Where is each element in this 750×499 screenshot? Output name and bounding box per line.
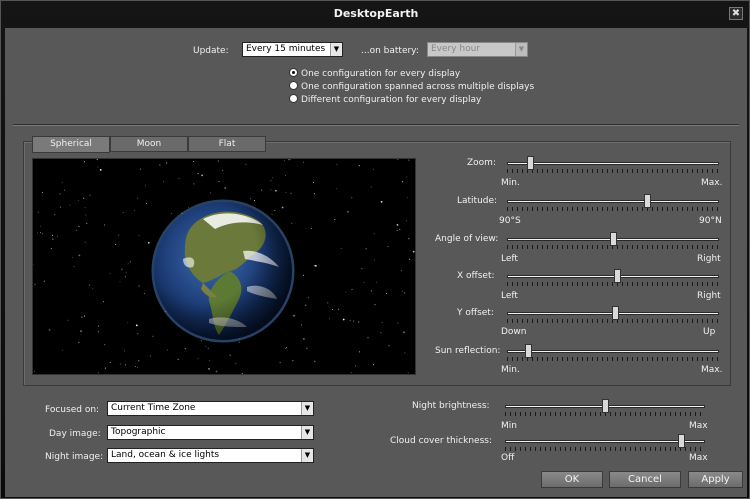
day-image-value: Topographic [111,427,166,437]
focused-on-dropdown[interactable]: Current Time Zone ▼ [107,401,314,416]
yoffset-min-label: Down [501,327,527,337]
chevron-down-icon[interactable]: ▼ [330,43,342,56]
battery-label: ...on battery: [361,46,419,56]
radio-empty-icon[interactable] [289,94,298,103]
radio-one-config[interactable]: One configuration for every display [289,68,460,80]
latitude-label: Latitude: [457,196,498,206]
day-image-dropdown[interactable]: Topographic ▼ [107,425,314,440]
update-value: Every 15 minutes [246,44,326,54]
angle-label: Angle of view: [435,234,499,244]
slider-thumb[interactable] [678,434,685,448]
earth-preview [32,158,416,375]
xoffset-max-label: Right [697,291,721,301]
yoffset-label: Y offset: [457,308,494,318]
client-area: Update: Every 15 minutes ▼ ...on battery… [5,28,747,497]
chevron-down-icon: ▼ [515,43,527,56]
separator [13,124,739,126]
radio-one-config-label: One configuration for every display [301,69,461,79]
sun-reflection-min-label: Min. [501,365,520,375]
slider-thumb[interactable] [614,269,622,283]
latitude-slider[interactable] [507,194,719,211]
angle-slider[interactable] [507,232,719,249]
xoffset-min-label: Left [501,291,518,301]
radio-different-config[interactable]: Different configuration for every displa… [289,94,481,106]
latitude-min-label: 90°S [499,216,521,226]
app-window: DesktopEarth ✖ Update: Every 15 minutes … [0,0,750,499]
radio-spanned-config[interactable]: One configuration spanned across multipl… [289,81,534,93]
chevron-down-icon[interactable]: ▼ [301,449,313,462]
focused-on-value: Current Time Zone [111,403,196,413]
slider-thumb[interactable] [525,344,533,358]
tab-flat[interactable]: Flat [188,136,266,152]
night-brightness-slider[interactable] [505,399,705,416]
radio-spanned-config-label: One configuration spanned across multipl… [301,82,535,92]
zoom-max-label: Max. [701,178,723,188]
ok-button[interactable]: OK [541,471,603,488]
close-icon[interactable]: ✖ [729,7,743,20]
slider-track [507,350,719,353]
apply-button[interactable]: Apply [688,471,743,488]
title-bar[interactable]: DesktopEarth ✖ [1,1,750,27]
zoom-slider[interactable] [507,156,719,173]
update-label: Update: [193,46,229,56]
sun-reflection-slider[interactable] [507,344,719,361]
slider-ticks [507,282,719,286]
battery-dropdown: Every hour ▼ [427,42,528,57]
zoom-label: Zoom: [467,158,496,168]
focused-on-label: Focused on: [45,405,100,415]
window-title: DesktopEarth [333,7,419,20]
slider-ticks [507,207,719,211]
latitude-max-label: 90°N [699,216,722,226]
night-brightness-min-label: Min [501,421,517,431]
cancel-button[interactable]: Cancel [609,471,681,488]
slider-thumb[interactable] [610,232,617,246]
chevron-down-icon[interactable]: ▼ [301,426,313,439]
tab-spherical[interactable]: Spherical [32,136,110,153]
night-image-value: Land, ocean & ice lights [111,450,220,460]
angle-max-label: Right [697,254,721,264]
cloud-cover-label: Cloud cover thickness: [390,436,492,446]
sun-reflection-label: Sun reflection: [435,346,501,356]
sun-reflection-max-label: Max. [701,365,723,375]
cloud-cover-min-label: Off [501,453,515,463]
slider-ticks [507,169,719,173]
slider-track [507,275,719,278]
slider-thumb[interactable] [527,156,535,170]
update-dropdown[interactable]: Every 15 minutes ▼ [242,42,343,57]
slider-thumb[interactable] [602,399,609,413]
xoffset-slider[interactable] [507,269,719,286]
battery-value: Every hour [431,44,481,54]
slider-track [507,162,719,165]
night-brightness-label: Night brightness: [412,401,490,411]
slider-thumb[interactable] [612,306,620,320]
angle-min-label: Left [501,254,518,264]
zoom-min-label: Min. [501,178,520,188]
night-image-dropdown[interactable]: Land, ocean & ice lights ▼ [107,448,314,463]
radio-empty-icon[interactable] [289,81,298,90]
yoffset-max-label: Up [703,327,716,337]
xoffset-label: X offset: [457,271,495,281]
cloud-cover-max-label: Max [689,453,708,463]
night-image-label: Night image: [45,452,104,462]
slider-track [505,440,705,443]
radio-different-config-label: Different configuration for every displa… [301,95,482,105]
yoffset-slider[interactable] [507,306,719,323]
slider-ticks [505,447,705,451]
earth-preview-image [33,159,415,374]
night-brightness-max-label: Max [689,421,708,431]
slider-thumb[interactable] [643,194,651,208]
slider-track [507,200,719,203]
radio-selected-icon[interactable] [289,68,298,77]
slider-ticks [507,357,719,361]
cloud-cover-slider[interactable] [505,434,705,451]
tab-moon[interactable]: Moon [110,136,188,152]
chevron-down-icon[interactable]: ▼ [301,402,313,415]
day-image-label: Day image: [49,429,101,439]
